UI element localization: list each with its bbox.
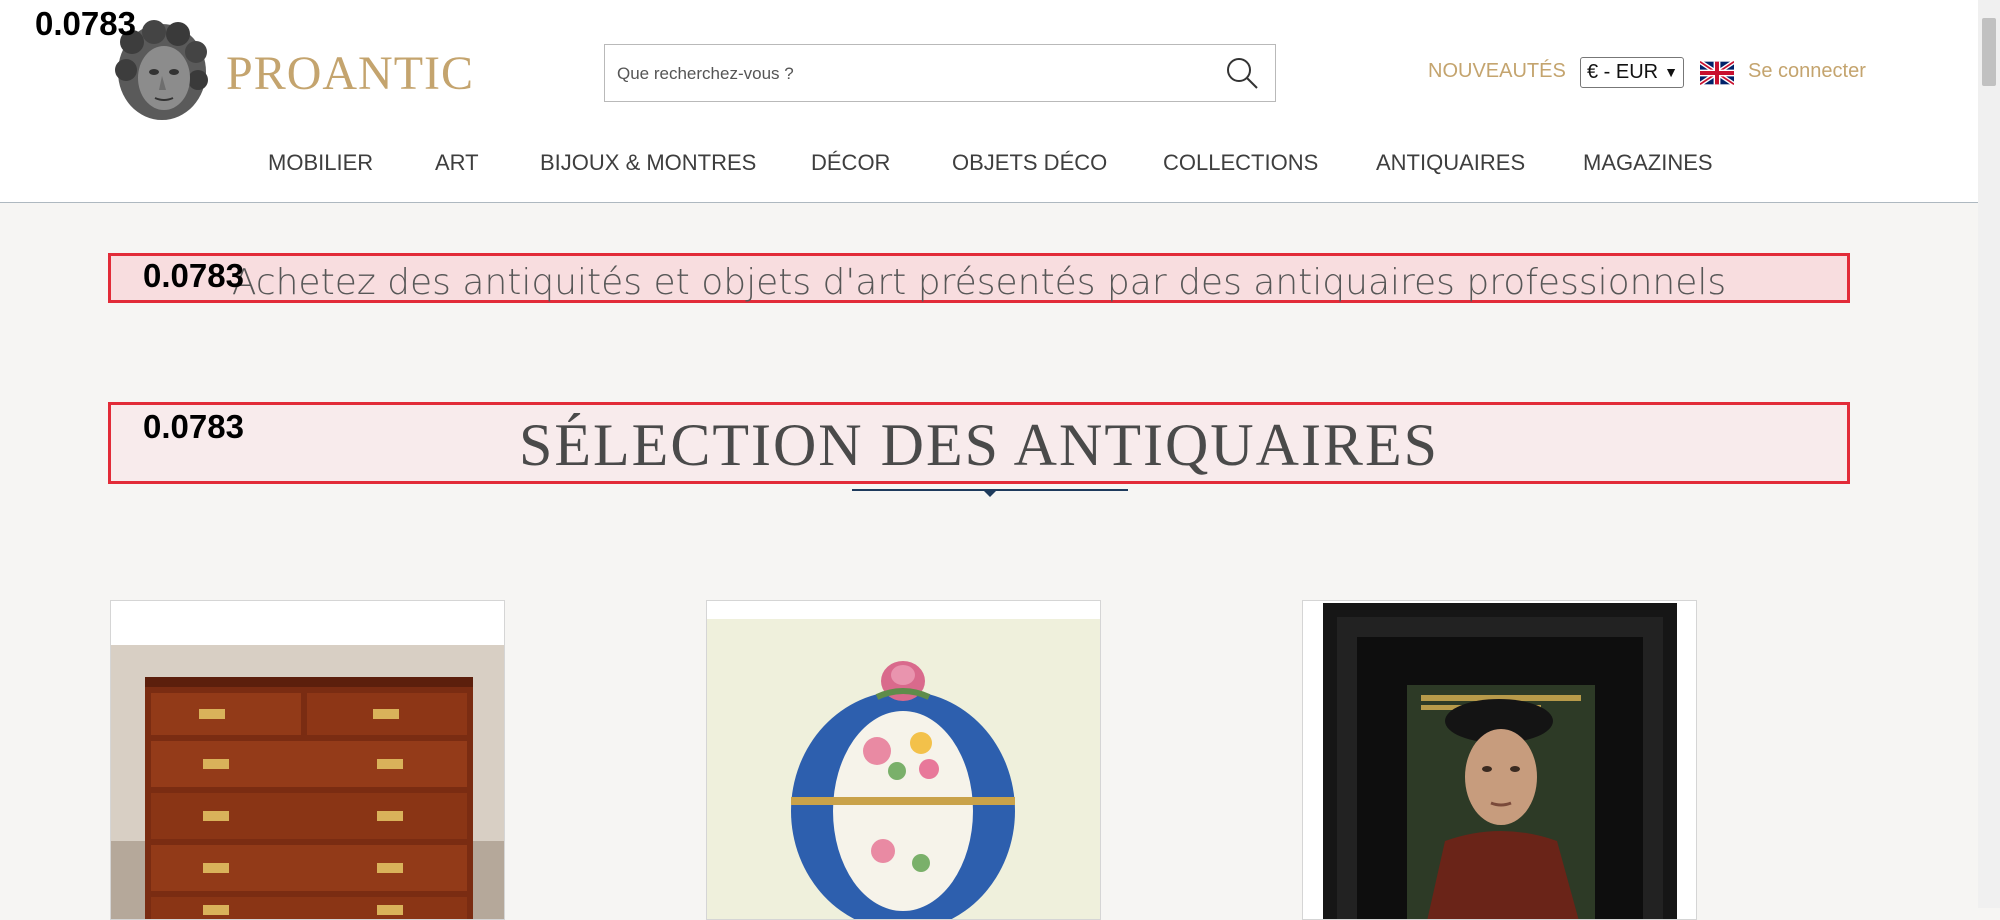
divider-arrow-icon (983, 490, 997, 497)
nav-item-decor[interactable]: DÉCOR (811, 150, 890, 176)
search-input[interactable] (615, 55, 1179, 93)
brand-name[interactable]: PROANTIC (226, 46, 474, 101)
score-badge-top: 0.0783 (35, 5, 136, 42)
tagline-banner: Achetez des antiquités et objets d'art p… (108, 253, 1850, 303)
chevron-down-icon: ▼ (1664, 64, 1678, 80)
nav-item-bijoux-montres[interactable]: BIJOUX & MONTRES (540, 150, 756, 176)
section-title: SÉLECTION DES ANTIQUAIRES (519, 412, 1439, 478)
new-arrivals-link[interactable]: NOUVEAUTÉS (1428, 60, 1566, 83)
nav-item-art[interactable]: ART (435, 150, 479, 176)
nav-item-objets-deco[interactable]: OBJETS DÉCO (952, 150, 1107, 176)
currency-value: € - EUR (1587, 61, 1659, 83)
nav-item-collections[interactable]: COLLECTIONS (1163, 150, 1318, 176)
product-card-porcelain[interactable] (706, 600, 1101, 920)
site-header: PROANTIC NOUVEAUTÉS € - EUR ▼ Se connect… (0, 0, 1978, 203)
porcelain-bonbonniere-image[interactable] (707, 601, 1101, 920)
chest-of-drawers-image[interactable] (111, 601, 505, 920)
nav-item-antiquaires[interactable]: ANTIQUAIRES (1376, 150, 1525, 176)
login-link[interactable]: Se connecter (1748, 60, 1866, 83)
uk-flag-icon[interactable] (1700, 60, 1734, 86)
page-scrollbar[interactable] (1978, 0, 2000, 908)
tagline-text: Achetez des antiquités et objets d'art p… (231, 262, 1727, 303)
search-bar (604, 44, 1276, 102)
currency-select[interactable]: € - EUR ▼ (1580, 57, 1684, 88)
nav-item-magazines[interactable]: MAGAZINES (1583, 150, 1713, 176)
score-badge-heading: 0.0783 (143, 408, 244, 445)
scrollbar-thumb[interactable] (1982, 18, 1996, 86)
main-nav: MOBILIER ART BIJOUX & MONTRES DÉCOR OBJE… (0, 150, 1978, 178)
score-badge-tagline: 0.0783 (143, 257, 244, 294)
search-icon[interactable] (1225, 56, 1259, 90)
selection-heading-banner: SÉLECTION DES ANTIQUAIRES (108, 402, 1850, 484)
product-card-portrait[interactable] (1302, 600, 1697, 920)
product-card-chest[interactable] (110, 600, 505, 920)
nav-item-mobilier[interactable]: MOBILIER (268, 150, 373, 176)
framed-portrait-painting-image[interactable] (1303, 601, 1697, 920)
